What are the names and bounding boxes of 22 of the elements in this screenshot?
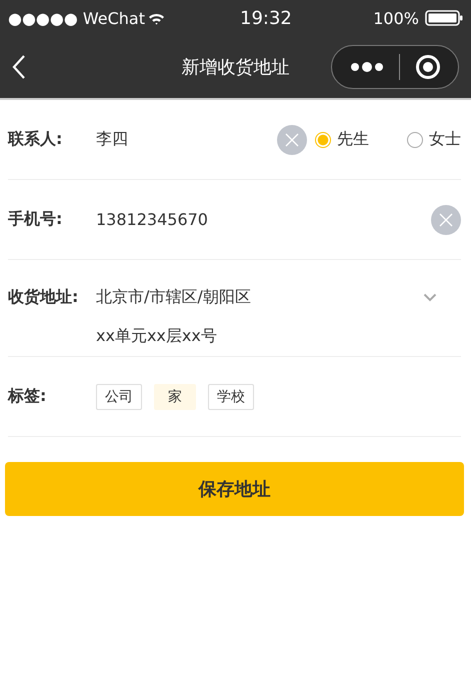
tag-chip[interactable]: 学校	[208, 384, 254, 410]
tag-chip[interactable]: 家	[154, 384, 196, 410]
phone-field[interactable]: 13812345670	[96, 210, 431, 229]
field-label: 标签:	[8, 386, 48, 407]
status-time: 19:32	[240, 8, 293, 28]
more-icon[interactable]	[350, 61, 384, 73]
back-icon[interactable]	[12, 54, 26, 80]
field-label: 手机号:	[8, 209, 64, 230]
battery-icon	[425, 10, 463, 26]
battery-level: 100%	[373, 8, 419, 28]
gender-radio[interactable]: 先生	[315, 129, 407, 150]
field-label: 收货地址:	[8, 287, 80, 308]
tag-chip[interactable]: 公司	[96, 384, 142, 410]
region-picker[interactable]: 北京市/市辖区/朝阳区	[96, 287, 251, 308]
name-field[interactable]: 李四	[96, 129, 277, 150]
save-button[interactable]: 保存地址	[5, 462, 464, 516]
wifi-icon	[148, 12, 166, 24]
address-detail-field[interactable]: xx单元xx层xx号	[96, 326, 461, 347]
gender-radio[interactable]: 女士	[407, 129, 461, 150]
carrier-name: ●●●●● WeChat	[8, 8, 146, 28]
page-title: 新增收货地址	[182, 56, 290, 79]
field-label: 联系人:	[8, 129, 64, 150]
